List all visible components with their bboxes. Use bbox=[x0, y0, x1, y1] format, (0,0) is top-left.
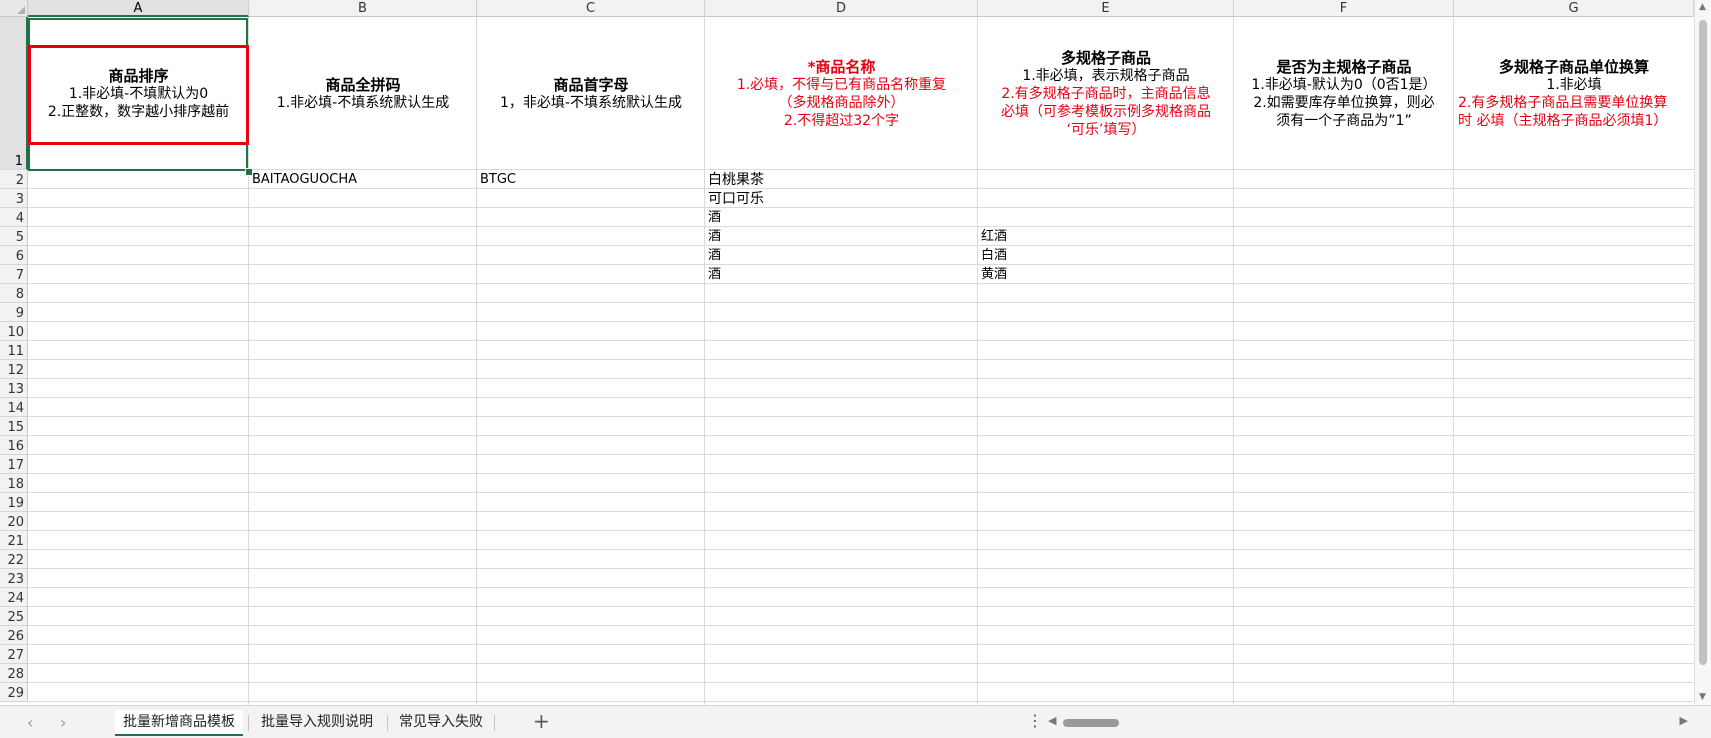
row-header-1[interactable]: 1 bbox=[0, 17, 28, 170]
row-header-12[interactable]: 12 bbox=[0, 360, 28, 379]
header-note: 1.必填，不得与已有商品名称重复 bbox=[736, 77, 947, 93]
column-header-a[interactable]: A bbox=[28, 0, 249, 17]
row-header-16[interactable]: 16 bbox=[0, 436, 28, 455]
header-note: 2.有多规格子商品时，主商品信息 bbox=[1001, 86, 1211, 102]
cell-d7[interactable]: 酒 bbox=[705, 266, 721, 284]
header-note: 1.非必填-默认为0（0否1是） bbox=[1251, 77, 1437, 93]
header-note: 时 必填（主规格子商品必须填1） bbox=[1458, 113, 1668, 129]
highlight-annotation-box bbox=[28, 45, 249, 145]
row-header-9[interactable]: 9 bbox=[0, 303, 28, 322]
cell-d6[interactable]: 酒 bbox=[705, 247, 721, 265]
row-header-13[interactable]: 13 bbox=[0, 379, 28, 398]
row-header-18[interactable]: 18 bbox=[0, 474, 28, 493]
cell-e5[interactable]: 红酒 bbox=[978, 228, 1007, 246]
row-header-22[interactable]: 22 bbox=[0, 550, 28, 569]
cell-d4[interactable]: 酒 bbox=[705, 209, 721, 227]
more-options-icon[interactable]: ⋮ bbox=[1027, 711, 1043, 730]
header-title: *商品名称 bbox=[807, 58, 876, 76]
header-note: 2.不得超过32个字 bbox=[783, 113, 900, 129]
header-note: ‘可乐’填写） bbox=[1066, 122, 1146, 138]
header-title: 商品首字母 bbox=[553, 76, 629, 94]
row-header-23[interactable]: 23 bbox=[0, 569, 28, 588]
column-header-f[interactable]: F bbox=[1234, 0, 1454, 17]
cell-d5[interactable]: 酒 bbox=[705, 228, 721, 246]
header-title: 商品全拼码 bbox=[325, 76, 401, 94]
sheet-tab-bar: ‹ › 批量新增商品模板 批量导入规则说明 常见导入失败 + ⋮ ◀ ▶ bbox=[0, 705, 1711, 738]
header-note: 2.有多规格子商品且需要单位换算 bbox=[1458, 95, 1668, 111]
spreadsheet-grid[interactable]: A B C D E F G 1 2 3 4 5 6 7 8 9 10 11 12 13 14 15 16 17 1… bbox=[0, 0, 1694, 705]
header-title: 多规格子商品 bbox=[1060, 49, 1151, 67]
column-header-d[interactable]: D bbox=[705, 0, 978, 17]
sheet-tab-3[interactable]: 常见导入失败 bbox=[391, 710, 491, 734]
scroll-up-icon[interactable]: ▲ bbox=[1699, 2, 1706, 12]
cell-c2[interactable]: BTGC bbox=[477, 171, 516, 189]
cell-d2[interactable]: 白桃果茶 bbox=[705, 171, 764, 189]
header-cell-g[interactable]: 多规格子商品单位换算 1.非必填 2.有多规格子商品且需要单位换算 时 必填（主… bbox=[1454, 18, 1694, 170]
column-header-g[interactable]: G bbox=[1454, 0, 1694, 17]
row-header-8[interactable]: 8 bbox=[0, 284, 28, 303]
fill-handle[interactable] bbox=[245, 168, 253, 176]
horizontal-scroll-thumb[interactable] bbox=[1063, 719, 1119, 727]
row-header-29[interactable]: 29 bbox=[0, 683, 28, 702]
row-header-6[interactable]: 6 bbox=[0, 246, 28, 265]
header-cell-f[interactable]: 是否为主规格子商品 1.非必填-默认为0（0否1是） 2.如需要库存单位换算，则… bbox=[1234, 18, 1454, 170]
row-header-11[interactable]: 11 bbox=[0, 341, 28, 360]
row-header-2[interactable]: 2 bbox=[0, 170, 28, 189]
row-header-14[interactable]: 14 bbox=[0, 398, 28, 417]
scroll-down-icon[interactable]: ▼ bbox=[1699, 692, 1706, 702]
row-header-27[interactable]: 27 bbox=[0, 645, 28, 664]
row-header-10[interactable]: 10 bbox=[0, 322, 28, 341]
vertical-scrollbar[interactable]: ▲ ▼ bbox=[1694, 0, 1711, 705]
row-header-24[interactable]: 24 bbox=[0, 588, 28, 607]
row-header-4[interactable]: 4 bbox=[0, 208, 28, 227]
row-header-28[interactable]: 28 bbox=[0, 664, 28, 683]
column-header-b[interactable]: B bbox=[249, 0, 477, 17]
sheet-tab-2[interactable]: 批量导入规则说明 bbox=[253, 710, 381, 734]
next-sheet-icon[interactable]: › bbox=[60, 713, 66, 732]
cell-d3[interactable]: 可口可乐 bbox=[705, 190, 764, 208]
column-header-e[interactable]: E bbox=[978, 0, 1234, 17]
header-cell-e[interactable]: 多规格子商品 1.非必填，表示规格子商品 2.有多规格子商品时，主商品信息 必填… bbox=[978, 18, 1234, 170]
row-header-17[interactable]: 17 bbox=[0, 455, 28, 474]
row-header-3[interactable]: 3 bbox=[0, 189, 28, 208]
header-note: 必填（可参考模板示例多规格商品 bbox=[1001, 104, 1211, 120]
row-header-26[interactable]: 26 bbox=[0, 626, 28, 645]
horizontal-scrollbar[interactable]: ◀ ▶ bbox=[1048, 714, 1688, 729]
cell-e6[interactable]: 白酒 bbox=[978, 247, 1007, 265]
header-cell-d[interactable]: *商品名称 1.必填，不得与已有商品名称重复 （多规格商品除外） 2.不得超过3… bbox=[705, 18, 978, 170]
header-note: 须有一个子商品为”1” bbox=[1276, 113, 1412, 129]
header-note: 1.非必填-不填系统默认生成 bbox=[276, 95, 450, 111]
header-note: 1，非必填-不填系统默认生成 bbox=[500, 95, 682, 111]
header-note: （多规格商品除外） bbox=[778, 95, 905, 111]
scroll-right-icon[interactable]: ▶ bbox=[1680, 714, 1688, 727]
row-header-7[interactable]: 7 bbox=[0, 265, 28, 284]
header-note: 1.非必填 bbox=[1546, 77, 1602, 93]
header-title: 多规格子商品单位换算 bbox=[1498, 58, 1649, 76]
header-cell-c[interactable]: 商品首字母 1，非必填-不填系统默认生成 bbox=[477, 18, 705, 170]
header-title: 是否为主规格子商品 bbox=[1276, 58, 1412, 76]
header-note: 2.如需要库存单位换算，则必 bbox=[1253, 95, 1435, 111]
row-header-15[interactable]: 15 bbox=[0, 417, 28, 436]
header-cell-b[interactable]: 商品全拼码 1.非必填-不填系统默认生成 bbox=[249, 18, 477, 170]
cell-b2[interactable]: BAITAOGUOCHA bbox=[249, 171, 357, 189]
cell-e7[interactable]: 黄酒 bbox=[978, 266, 1007, 284]
sheet-tab-1[interactable]: 批量新增商品模板 bbox=[115, 710, 243, 736]
vertical-scroll-thumb[interactable] bbox=[1699, 20, 1707, 665]
header-note: 1.非必填，表示规格子商品 bbox=[1022, 68, 1190, 84]
row-header-21[interactable]: 21 bbox=[0, 531, 28, 550]
prev-sheet-icon[interactable]: ‹ bbox=[27, 713, 33, 732]
row-header-25[interactable]: 25 bbox=[0, 607, 28, 626]
row-header-5[interactable]: 5 bbox=[0, 227, 28, 246]
scroll-left-icon[interactable]: ◀ bbox=[1048, 714, 1056, 727]
column-header-c[interactable]: C bbox=[477, 0, 705, 17]
select-all-corner[interactable] bbox=[0, 0, 28, 17]
row-header-20[interactable]: 20 bbox=[0, 512, 28, 531]
add-sheet-icon[interactable]: + bbox=[533, 709, 550, 733]
row-header-19[interactable]: 19 bbox=[0, 493, 28, 512]
